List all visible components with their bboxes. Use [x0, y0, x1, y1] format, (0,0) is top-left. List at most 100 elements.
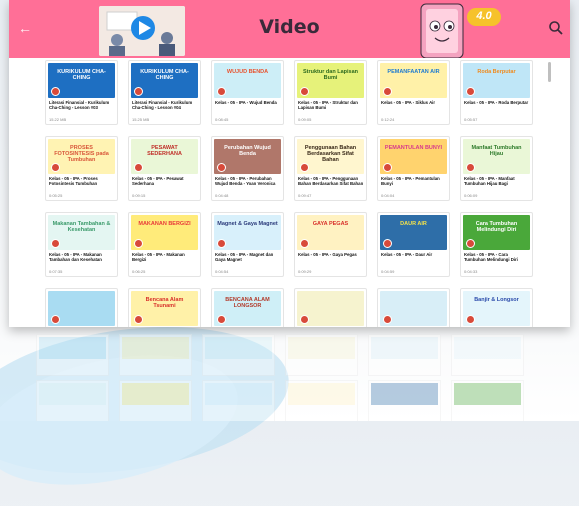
video-thumbnail[interactable]: Penggunaan Bahan Berdasarkan Sifat Bahan [297, 139, 364, 174]
video-card[interactable]: Manfaat Tumbuhan Hijau Kelas - 05 - IPA -… [460, 136, 533, 201]
video-thumbnail[interactable] [380, 291, 447, 326]
video-duration: 0:04:59 [381, 269, 395, 274]
video-thumbnail[interactable]: Roda Berputar [463, 63, 530, 98]
video-card[interactable]: MAKANAN BERGIZI Kelas - 05 - IPA - Makana… [128, 212, 201, 277]
video-card[interactable]: GAYA PEGAS Kelas - 05 - IPA - Gaya Pegas 0… [294, 212, 367, 277]
video-duration: 0:04:48 [215, 193, 229, 198]
video-duration: 0:12:24 [381, 117, 395, 122]
video-card[interactable]: DAUR AIR Kelas - 05 - IPA - Daur Air 0:04:… [377, 212, 450, 277]
thumbnail-title: PESAWAT SEDERHANA [147, 145, 182, 157]
video-thumbnail[interactable]: Makanan Tambahan & Kesehatan [48, 215, 115, 250]
video-card[interactable]: PEMANFAATAN AIR Kelas - 05 - IPA - Siklus… [377, 60, 450, 125]
video-thumbnail[interactable]: Bencana Alam Tsunami [131, 291, 198, 326]
reflected-video-card [451, 334, 524, 376]
thumbnail-title: DAUR AIR [400, 221, 427, 227]
channel-logo-icon [134, 239, 143, 248]
video-thumbnail[interactable]: DAUR AIR [380, 215, 447, 250]
video-title: Kelas - 05 - IPA - Makanan Bergizi [132, 252, 185, 263]
thumbnail-title: PEMANTULAN BUNYI [384, 145, 443, 151]
thumbnail-title: Bencana Alam Tsunami [145, 297, 184, 309]
search-icon[interactable] [548, 20, 564, 36]
video-card[interactable]: Magnet & Gaya Magnet Kelas - 05 - IPA - M… [211, 212, 284, 277]
video-card[interactable]: KURIKULUM CHA-CHING Literasi Finansial - … [45, 60, 118, 125]
video-duration: 0:04:33 [464, 269, 478, 274]
video-card[interactable]: Penggunaan Bahan Berdasarkan Sifat Bahan… [294, 136, 367, 201]
thumbnail-title: Manfaat Tumbuhan Hijau [471, 145, 522, 157]
video-thumbnail[interactable] [48, 291, 115, 326]
reflected-thumbnail [122, 383, 189, 405]
channel-logo-icon [383, 315, 392, 324]
video-thumbnail[interactable]: MAKANAN BERGIZI [131, 215, 198, 250]
channel-logo-icon [383, 87, 392, 96]
thumbnail-title: Makanan Tambahan & Kesehatan [52, 221, 111, 233]
video-title: Kelas - 05 - IPA - Perubahan Wujud Benda… [215, 176, 276, 187]
thumbnail-title: GAYA PEGAS [312, 221, 349, 227]
video-duration: 0:07:35 [49, 269, 63, 274]
video-thumbnail[interactable]: WUJUD BENDA [214, 63, 281, 98]
video-thumbnail[interactable]: Cara Tumbuhan Melindungi Diri [463, 215, 530, 250]
video-thumbnail[interactable]: BENCANA ALAM LONGSOR [214, 291, 281, 326]
video-thumbnail[interactable]: Struktur dan Lapisan Bumi [297, 63, 364, 98]
reflected-video-card [368, 334, 441, 376]
video-duration: 0:09:15 [132, 193, 146, 198]
video-thumbnail[interactable]: PEMANTULAN BUNYI [380, 139, 447, 174]
video-card[interactable]: BENCANA ALAM LONGSOR [211, 288, 284, 327]
video-title: Kelas - 05 - IPA - Makanan Tambahan dan … [49, 252, 102, 263]
video-card[interactable]: PROSES FOTOSINTESIS pada Tumbuhan Kelas -… [45, 136, 118, 201]
video-card[interactable]: Banjir & Longsor [460, 288, 533, 327]
reflected-video-card [285, 380, 358, 421]
channel-logo-icon [134, 315, 143, 324]
reflected-video-card [119, 334, 192, 376]
video-thumbnail[interactable]: GAYA PEGAS [297, 215, 364, 250]
thumbnail-title: PROSES FOTOSINTESIS pada Tumbuhan [54, 145, 109, 163]
thumbnail-title: Banjir & Longsor [474, 297, 519, 303]
reflected-thumbnail [39, 337, 106, 359]
channel-logo-icon [217, 87, 226, 96]
video-card[interactable]: Makanan Tambahan & Kesehatan Kelas - 05 -… [45, 212, 118, 277]
reflected-video-card [36, 380, 109, 421]
video-card[interactable]: KURIKULUM CHA-CHING Literasi Finansial - … [128, 60, 201, 125]
video-card[interactable]: PESAWAT SEDERHANA Kelas - 05 - IPA - Pesa… [128, 136, 201, 201]
reflected-video-card [368, 380, 441, 421]
video-thumbnail[interactable]: Perubahan Wujud Benda [214, 139, 281, 174]
video-card[interactable] [377, 288, 450, 327]
thumbnail-title: Struktur dan Lapisan Bumi [302, 69, 358, 81]
channel-logo-icon [51, 163, 60, 172]
video-title: Kelas - 05 - IPA - Gaya Pegas [298, 252, 357, 257]
channel-logo-icon [51, 315, 60, 324]
video-card[interactable] [45, 288, 118, 327]
channel-logo-icon [217, 163, 226, 172]
video-card[interactable] [294, 288, 367, 327]
video-thumbnail[interactable]: PEMANFAATAN AIR [380, 63, 447, 98]
scrollbar-thumb[interactable] [548, 62, 551, 82]
channel-logo-icon [217, 315, 226, 324]
video-duration: 0:06:25 [132, 269, 146, 274]
video-card[interactable]: Cara Tumbuhan Melindungi Diri Kelas - 05 … [460, 212, 533, 277]
reflected-video-card [202, 380, 275, 421]
video-title: Kelas - 05 - IPA - Magnet dan Gaya Magne… [215, 252, 274, 263]
video-title: Kelas - 05 - IPA - Manfaat Tumbuhan Hija… [464, 176, 515, 187]
reflected-video-card [119, 380, 192, 421]
video-card[interactable]: Perubahan Wujud Benda Kelas - 05 - IPA - … [211, 136, 284, 201]
video-thumbnail[interactable] [297, 291, 364, 326]
video-thumbnail[interactable]: PROSES FOTOSINTESIS pada Tumbuhan [48, 139, 115, 174]
video-thumbnail[interactable]: Manfaat Tumbuhan Hijau [463, 139, 530, 174]
video-title: Kelas - 05 - IPA - Pemantulan Bunyi [381, 176, 440, 187]
video-duration: 0:06:09 [464, 193, 478, 198]
video-thumbnail[interactable]: Magnet & Gaya Magnet [214, 215, 281, 250]
video-thumbnail[interactable]: Banjir & Longsor [463, 291, 530, 326]
reflected-thumbnail [371, 337, 438, 359]
video-duration: 0:05:57 [464, 117, 478, 122]
book-mascot-illustration: 4.0 [409, 0, 509, 59]
video-duration: 0:09:47 [298, 193, 312, 198]
video-card[interactable]: Struktur dan Lapisan Bumi Kelas - 05 - IP… [294, 60, 367, 125]
channel-logo-icon [466, 239, 475, 248]
video-thumbnail[interactable]: PESAWAT SEDERHANA [131, 139, 198, 174]
video-thumbnail[interactable]: KURIKULUM CHA-CHING [48, 63, 115, 98]
video-card[interactable]: Bencana Alam Tsunami [128, 288, 201, 327]
video-title: Kelas - 05 - IPA - Pesawat Sederhana [132, 176, 184, 187]
video-card[interactable]: PEMANTULAN BUNYI Kelas - 05 - IPA - Peman… [377, 136, 450, 201]
video-thumbnail[interactable]: KURIKULUM CHA-CHING [131, 63, 198, 98]
video-card[interactable]: WUJUD BENDA Kelas - 05 - IPA - Wujud Bend… [211, 60, 284, 125]
video-card[interactable]: Roda Berputar Kelas - 05 - IPA - Roda Ber… [460, 60, 533, 125]
